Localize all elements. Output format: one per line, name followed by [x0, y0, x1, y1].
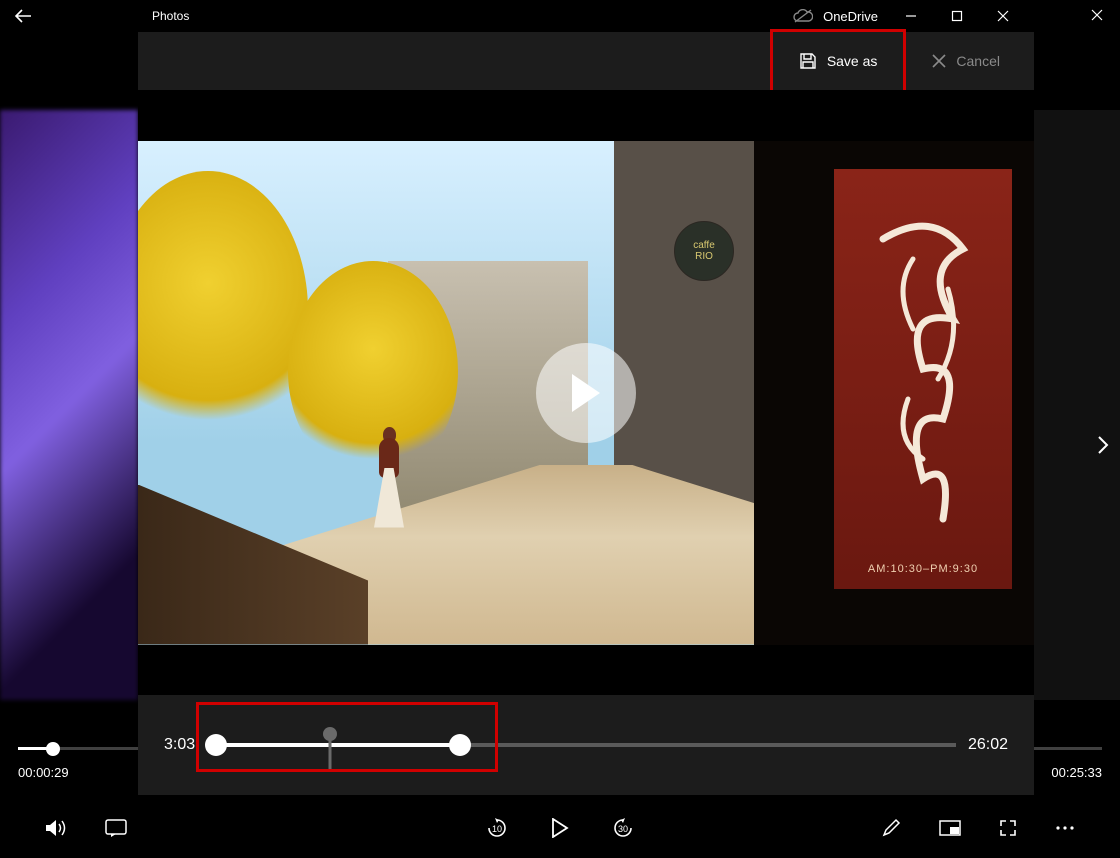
fullscreen-button[interactable]: [999, 819, 1017, 837]
video-preview-area: caffe RIO AM:10:30–PM:9:30: [138, 90, 1034, 695]
fullscreen-icon: [999, 819, 1017, 837]
video-frame: caffe RIO AM:10:30–PM:9:30: [138, 141, 1034, 645]
arrow-left-icon: [14, 9, 32, 23]
trim-bar: 3:03 26:02: [138, 695, 1034, 795]
play-icon: [551, 818, 569, 838]
more-button[interactable]: [1055, 825, 1075, 831]
background-video-left: [0, 110, 138, 700]
trim-track[interactable]: [216, 720, 956, 770]
outer-close-button[interactable]: [1074, 0, 1120, 30]
save-as-label: Save as: [827, 53, 878, 69]
cafe-sign: caffe RIO: [674, 221, 734, 281]
highlight-save-as: Save as: [770, 29, 907, 93]
svg-text:30: 30: [618, 824, 628, 834]
save-icon: [799, 52, 817, 70]
dialog-titlebar: Photos OneDrive: [138, 0, 1034, 32]
play-button[interactable]: [551, 818, 569, 838]
minimize-icon: [905, 10, 917, 22]
subtitles-icon: [105, 819, 127, 837]
outer-total-time: 00:25:33: [1051, 765, 1102, 780]
save-as-button[interactable]: Save as: [787, 44, 890, 78]
trim-end-time: 26:02: [956, 736, 1008, 754]
trim-handle-end[interactable]: [449, 734, 471, 756]
outer-current-time: 00:00:29: [18, 765, 69, 780]
cloud-label: OneDrive: [823, 9, 878, 24]
svg-text:10: 10: [492, 824, 502, 834]
app-title: Photos: [138, 9, 189, 23]
skip-back-button[interactable]: 10: [485, 816, 509, 840]
play-overlay-button[interactable]: [536, 343, 636, 443]
pencil-icon: [881, 818, 901, 838]
dialog-close-button[interactable]: [980, 0, 1026, 32]
volume-button[interactable]: [45, 818, 67, 838]
maximize-icon: [951, 10, 963, 22]
background-player: 00:00:29 00:25:33 10 30: [0, 0, 1120, 858]
trim-playhead[interactable]: [323, 727, 337, 741]
sign-hours: AM:10:30–PM:9:30: [834, 563, 1012, 575]
background-video-right: [1034, 110, 1120, 700]
close-icon: [997, 10, 1009, 22]
subtitles-button[interactable]: [105, 819, 127, 837]
dialog-toolbar: Save as Cancel: [138, 32, 1034, 90]
chevron-right-icon: [1097, 435, 1109, 455]
edit-button[interactable]: [881, 818, 901, 838]
cancel-button[interactable]: Cancel: [920, 45, 1012, 77]
close-icon: [1091, 9, 1103, 21]
maximize-button[interactable]: [934, 0, 980, 32]
play-icon: [568, 372, 604, 414]
skip-back-icon: 10: [485, 816, 509, 840]
skip-forward-icon: 30: [611, 816, 635, 840]
outer-progress-thumb[interactable]: [46, 742, 60, 756]
close-icon: [932, 54, 946, 68]
back-button[interactable]: [0, 0, 46, 32]
ellipsis-icon: [1055, 825, 1075, 831]
trim-handle-start[interactable]: [205, 734, 227, 756]
cancel-label: Cancel: [956, 53, 1000, 69]
cloud-off-icon: [793, 9, 813, 23]
figure-person: [372, 427, 406, 535]
next-item-button[interactable]: [1086, 420, 1120, 470]
speaker-icon: [45, 818, 67, 838]
shop-sign: AM:10:30–PM:9:30: [834, 169, 1012, 589]
mini-view-button[interactable]: [939, 820, 961, 836]
skip-forward-button[interactable]: 30: [611, 816, 635, 840]
outer-controls-bar: 10 30: [0, 798, 1120, 858]
minimize-button[interactable]: [888, 0, 934, 32]
pip-icon: [939, 820, 961, 836]
photos-trim-dialog: Photos OneDrive Save as Cancel: [138, 0, 1034, 795]
